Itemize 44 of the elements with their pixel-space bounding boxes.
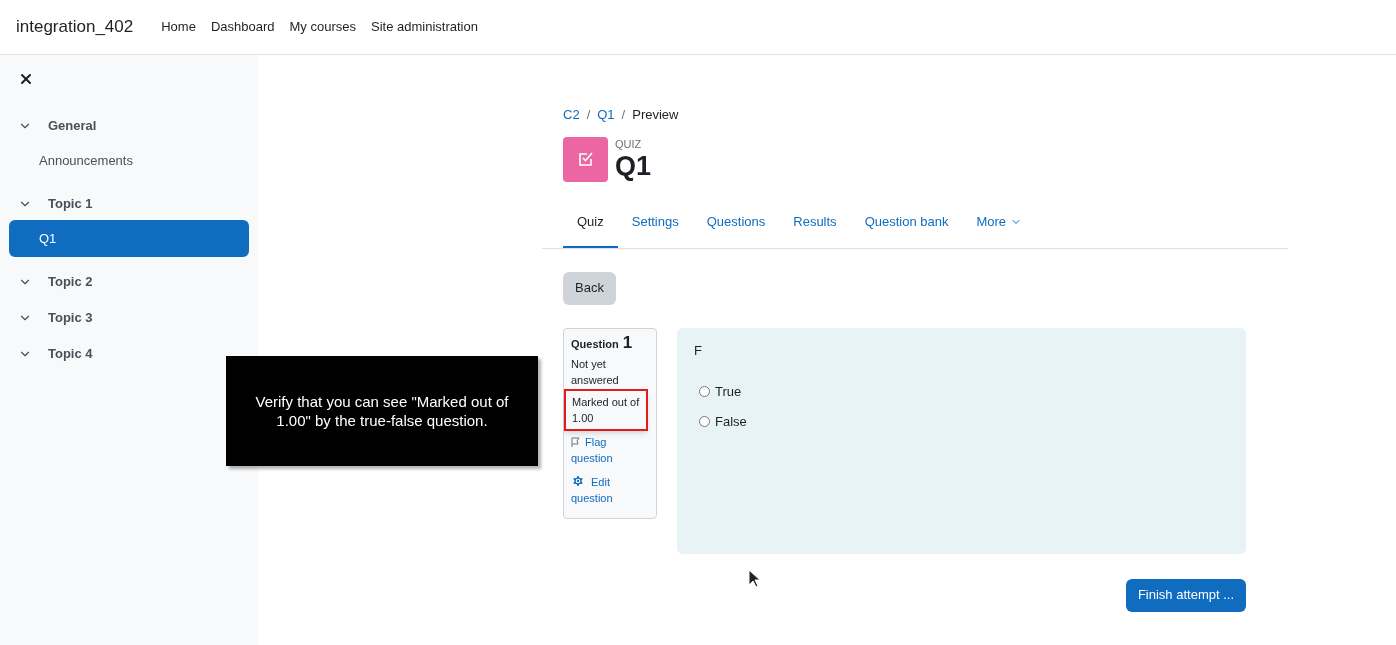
nav-tab[interactable]: Questions — [692, 198, 780, 248]
site-name[interactable]: integration_402 — [16, 14, 134, 40]
page-title: Q1 — [615, 150, 652, 181]
section-title[interactable]: General — [48, 116, 97, 136]
nav-link[interactable]: Dashboard — [210, 17, 275, 37]
back-button[interactable]: Back — [563, 271, 616, 305]
quiz-icon — [563, 136, 608, 182]
sidebar-item[interactable]: Q1 — [9, 220, 249, 257]
close-icon[interactable] — [18, 71, 34, 87]
nav-link[interactable]: My courses — [289, 17, 356, 37]
question-label: Question — [571, 336, 619, 352]
flag-link[interactable]: Flag question — [571, 433, 649, 466]
tooltip: Verify that you can see "Marked out of 1.00" by the true-false question. — [226, 356, 538, 466]
cursor-icon — [748, 569, 760, 588]
activity-type: QUIZ — [615, 136, 643, 151]
section-title[interactable]: Topic 1 — [48, 194, 93, 214]
settings-icon — [571, 473, 585, 488]
breadcrumb-separator: / — [586, 106, 591, 124]
nav-tab[interactable]: More — [962, 198, 1037, 248]
section-title[interactable]: Topic 3 — [48, 308, 93, 328]
question-status: Not yet answered — [571, 356, 620, 388]
radio-button[interactable] — [699, 386, 710, 398]
question-number: 1 — [622, 334, 633, 351]
edit-link[interactable]: Edit question — [571, 473, 649, 506]
breadcrumb-current: Preview — [632, 106, 679, 124]
nav-link[interactable]: Home — [161, 17, 196, 37]
nav-tab[interactable]: Question bank — [850, 198, 963, 248]
nav-tab[interactable]: Results — [779, 198, 851, 248]
nav-link[interactable]: Site administration — [371, 17, 478, 37]
question-mark: Marked out of 1.00 — [572, 395, 640, 424]
nav-tab[interactable]: Quiz — [563, 198, 618, 248]
flag-icon — [571, 436, 580, 447]
finish-attempt-button[interactable]: Finish attempt ... — [1125, 578, 1246, 612]
breadcrumb-link[interactable]: Q1 — [597, 105, 615, 125]
sidebar-item[interactable]: Announcements — [9, 142, 249, 179]
breadcrumb-separator: / — [621, 106, 626, 124]
breadcrumb-link[interactable]: C2 — [563, 105, 580, 125]
nav-tab[interactable]: Settings — [617, 198, 693, 248]
answer-option[interactable]: True — [699, 382, 1229, 402]
section-title[interactable]: Topic 2 — [48, 272, 93, 292]
section-title[interactable]: Topic 4 — [48, 344, 93, 364]
question-text: F — [694, 341, 703, 360]
answer-option[interactable]: False — [699, 411, 1229, 431]
radio-button[interactable] — [699, 415, 710, 427]
